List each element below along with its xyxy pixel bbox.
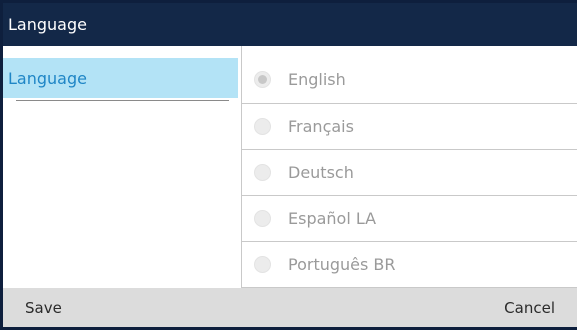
option-label: Español LA (288, 209, 377, 228)
option-label: Français (288, 117, 354, 136)
sidebar-item-label: Language (8, 68, 87, 88)
title-bar: Language (3, 3, 577, 46)
radio-icon[interactable] (254, 164, 271, 181)
page-title: Language (8, 15, 87, 34)
option-label: English (288, 69, 346, 89)
save-button[interactable]: Save (3, 299, 84, 317)
language-option-espanol-la[interactable]: Español LA (242, 196, 577, 242)
softkey-bar: Save Cancel (3, 288, 577, 327)
language-option-portugues-br[interactable]: Português BR (242, 242, 577, 288)
radio-icon[interactable] (254, 256, 271, 273)
language-option-deutsch[interactable]: Deutsch (242, 150, 577, 196)
radio-icon[interactable] (254, 210, 271, 227)
language-option-english[interactable]: English (242, 46, 577, 104)
radio-icon[interactable] (254, 118, 271, 135)
option-label: Deutsch (288, 163, 354, 182)
radio-selected-icon[interactable] (254, 70, 271, 88)
sidebar-item-language[interactable]: Language (3, 58, 238, 98)
option-label: Português BR (288, 255, 396, 274)
language-option-francais[interactable]: Français (242, 104, 577, 150)
language-settings-screen: Language Language English Français Deuts… (0, 0, 577, 330)
sidebar: Language (3, 46, 242, 288)
sidebar-divider (16, 100, 229, 101)
cancel-button[interactable]: Cancel (482, 299, 577, 317)
language-options-list: English Français Deutsch Español LA Port… (242, 46, 577, 288)
